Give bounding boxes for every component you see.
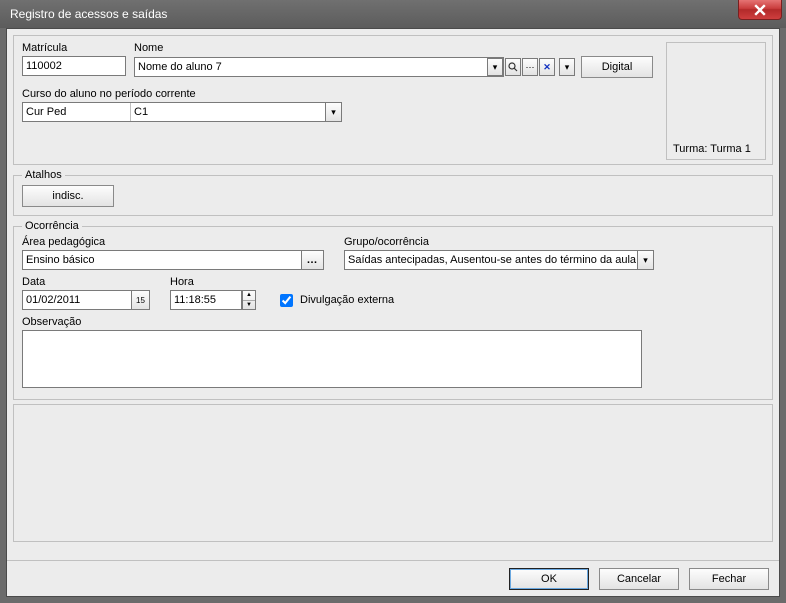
- ocorrencia-group: Ocorrência Área pedagógica Ensino básico…: [13, 220, 773, 400]
- calendar-icon: 15: [136, 296, 145, 305]
- digital-button[interactable]: Digital: [581, 56, 653, 78]
- grupo-value: Saídas antecipadas, Ausentou-se antes do…: [345, 254, 637, 266]
- curso-col1: Cur Ped: [23, 103, 131, 121]
- divulgacao-checkbox[interactable]: [280, 294, 293, 307]
- turma-label: Turma: Turma 1: [673, 143, 751, 155]
- browse-button[interactable]: ⋯: [522, 58, 538, 76]
- hora-spinner[interactable]: ▲ ▼: [242, 290, 256, 310]
- obs-label: Observação: [22, 316, 764, 328]
- nome-value: Nome do aluno 7: [138, 61, 486, 73]
- area-combo[interactable]: Ensino básico: [22, 250, 302, 270]
- data-input[interactable]: [22, 290, 132, 310]
- atalhos-legend: Atalhos: [22, 169, 65, 181]
- search-button[interactable]: [505, 58, 521, 76]
- matricula-input[interactable]: [22, 56, 126, 76]
- divulgacao-label: Divulgação externa: [300, 294, 394, 306]
- cancel-button[interactable]: Cancelar: [599, 568, 679, 590]
- indisc-button[interactable]: indisc.: [22, 185, 114, 207]
- area-value: Ensino básico: [23, 254, 301, 266]
- hora-input[interactable]: [170, 290, 242, 310]
- extra-dropdown-button[interactable]: ▾: [559, 58, 575, 76]
- area-label: Área pedagógica: [22, 236, 324, 248]
- turma-box: Turma: Turma 1: [666, 42, 766, 160]
- search-icon: [508, 62, 518, 72]
- matricula-label: Matrícula: [22, 42, 134, 54]
- titlebar: Registro de acessos e saídas: [0, 0, 786, 28]
- nome-dropdown-button[interactable]: ▾: [487, 58, 503, 76]
- student-panel: Matrícula Nome Nome do aluno 7 ▾: [13, 35, 773, 165]
- empty-panel: [13, 404, 773, 542]
- data-input-wrap: 15: [22, 290, 150, 310]
- ok-button[interactable]: OK: [509, 568, 589, 590]
- nome-combo[interactable]: Nome do aluno 7 ▾: [134, 57, 504, 77]
- area-browse-button[interactable]: …: [302, 250, 324, 270]
- close-button[interactable]: Fechar: [689, 568, 769, 590]
- client-area: Matrícula Nome Nome do aluno 7 ▾: [6, 28, 780, 597]
- grupo-label: Grupo/ocorrência: [344, 236, 654, 248]
- atalhos-group: Atalhos indisc.: [13, 169, 773, 216]
- window-title: Registro de acessos e saídas: [10, 7, 167, 21]
- hora-label: Hora: [170, 276, 256, 288]
- spin-down-icon[interactable]: ▼: [243, 301, 255, 310]
- curso-label: Curso do aluno no período corrente: [22, 88, 764, 100]
- curso-combo[interactable]: Cur Ped C1 ▾: [22, 102, 342, 122]
- grupo-combo[interactable]: Saídas antecipadas, Ausentou-se antes do…: [344, 250, 654, 270]
- ocorrencia-legend: Ocorrência: [22, 220, 82, 232]
- footer: OK Cancelar Fechar: [7, 560, 779, 596]
- close-window-button[interactable]: [738, 0, 782, 20]
- close-icon: [754, 4, 766, 16]
- hora-input-wrap: ▲ ▼: [170, 290, 256, 310]
- data-label: Data: [22, 276, 150, 288]
- curso-dropdown-button[interactable]: ▾: [325, 103, 341, 121]
- grupo-dropdown-button[interactable]: ▾: [637, 251, 653, 269]
- spin-up-icon[interactable]: ▲: [243, 291, 255, 301]
- clear-button[interactable]: ✕: [539, 58, 555, 76]
- obs-textarea[interactable]: [22, 330, 642, 388]
- curso-col2: C1: [131, 106, 325, 118]
- window: Registro de acessos e saídas Matrícula N…: [0, 0, 786, 603]
- calendar-button[interactable]: 15: [132, 290, 150, 310]
